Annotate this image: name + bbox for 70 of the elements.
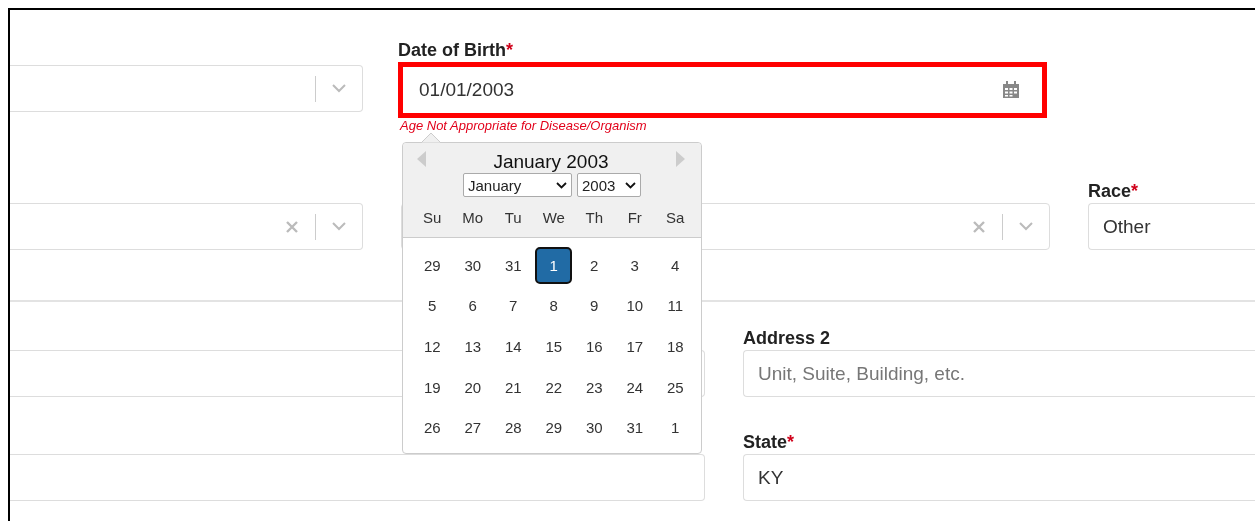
day-cell[interactable]: 9 xyxy=(575,287,613,325)
day-cell[interactable]: 24 xyxy=(616,368,654,406)
triangle-right-icon xyxy=(676,151,685,167)
text-field[interactable] xyxy=(10,454,705,501)
text-field[interactable]: KY xyxy=(743,454,1255,501)
chevron-down-icon xyxy=(625,181,636,189)
day-cell[interactable]: 5 xyxy=(413,287,451,325)
day-cell[interactable]: 17 xyxy=(616,328,654,365)
day-cell[interactable]: 19 xyxy=(413,368,451,406)
day-cell[interactable]: 30 xyxy=(575,409,613,447)
day-cell[interactable]: 29 xyxy=(413,246,451,284)
day-cell[interactable]: 30 xyxy=(454,246,492,284)
text-field[interactable]: Unit, Suite, Building, etc. xyxy=(743,350,1255,397)
date-field[interactable]: 01/01/2003 xyxy=(398,62,1047,118)
field-label: Date of Birth xyxy=(398,40,506,60)
day-cell[interactable]: 31 xyxy=(616,409,654,447)
required-asterisk: * xyxy=(787,432,795,452)
month-title: January 2003 xyxy=(493,151,609,173)
weekday-label: Su xyxy=(422,208,443,226)
day-cell[interactable]: 8 xyxy=(535,287,573,325)
weekday-label: Fr xyxy=(626,208,643,226)
month-select[interactable]: January xyxy=(463,173,572,197)
field-label: Address 2 xyxy=(743,328,831,348)
error-message: Age Not Appropriate for Disease/Organism xyxy=(400,118,647,133)
day-cell[interactable]: 11 xyxy=(656,287,694,325)
day-cell[interactable]: 18 xyxy=(656,328,694,365)
previous-month-button[interactable] xyxy=(417,151,426,167)
day-cell[interactable]: 31 xyxy=(494,246,532,284)
weekday-label: Sa xyxy=(665,208,686,226)
day-cell[interactable]: 26 xyxy=(413,409,451,447)
weekday-label: Tu xyxy=(503,208,523,226)
day-cell[interactable]: 4 xyxy=(656,246,694,284)
select-field[interactable] xyxy=(10,203,363,250)
day-cell[interactable]: 21 xyxy=(494,368,532,406)
day-cell[interactable]: 10 xyxy=(616,287,654,325)
day-cell[interactable]: 3 xyxy=(616,246,654,284)
field-label: State xyxy=(743,432,787,452)
day-cell[interactable]: 7 xyxy=(494,287,532,325)
calendar-icon xyxy=(1002,81,1020,99)
day-cell[interactable]: 14 xyxy=(494,328,532,365)
day-cell[interactable]: 13 xyxy=(454,328,492,365)
day-cell[interactable]: 25 xyxy=(656,368,694,406)
next-month-button[interactable] xyxy=(676,151,685,167)
day-cell[interactable]: 2 xyxy=(575,246,613,284)
day-cell[interactable]: 22 xyxy=(535,368,573,406)
text-field[interactable]: Other xyxy=(1088,203,1255,250)
day-cell[interactable]: 27 xyxy=(454,409,492,447)
chevron-down-icon xyxy=(1019,222,1033,231)
day-cell[interactable]: 15 xyxy=(535,328,573,365)
required-asterisk: * xyxy=(506,40,513,60)
required-asterisk: * xyxy=(1131,181,1139,201)
field-label: Race xyxy=(1088,181,1132,201)
year-select[interactable]: 2003 xyxy=(577,173,641,197)
day-cell[interactable]: 12 xyxy=(413,328,451,365)
day-cell[interactable]: 20 xyxy=(454,368,492,406)
chevron-down-icon xyxy=(332,84,346,93)
triangle-left-icon xyxy=(417,151,426,167)
day-cell[interactable]: 16 xyxy=(575,328,613,365)
weekday-label: We xyxy=(541,208,566,226)
chevron-down-icon xyxy=(332,222,346,231)
day-cell[interactable]: 1 xyxy=(535,246,573,284)
day-cell[interactable]: 1 xyxy=(656,409,694,447)
chevron-down-icon xyxy=(556,181,567,189)
day-cell[interactable]: 6 xyxy=(454,287,492,325)
day-cell[interactable]: 28 xyxy=(494,409,532,447)
day-cell[interactable]: 23 xyxy=(575,368,613,406)
select-field[interactable] xyxy=(10,65,363,112)
day-cell[interactable]: 29 xyxy=(535,409,573,447)
weekday-label: Th xyxy=(584,208,604,226)
weekday-label: Mo xyxy=(461,208,485,226)
